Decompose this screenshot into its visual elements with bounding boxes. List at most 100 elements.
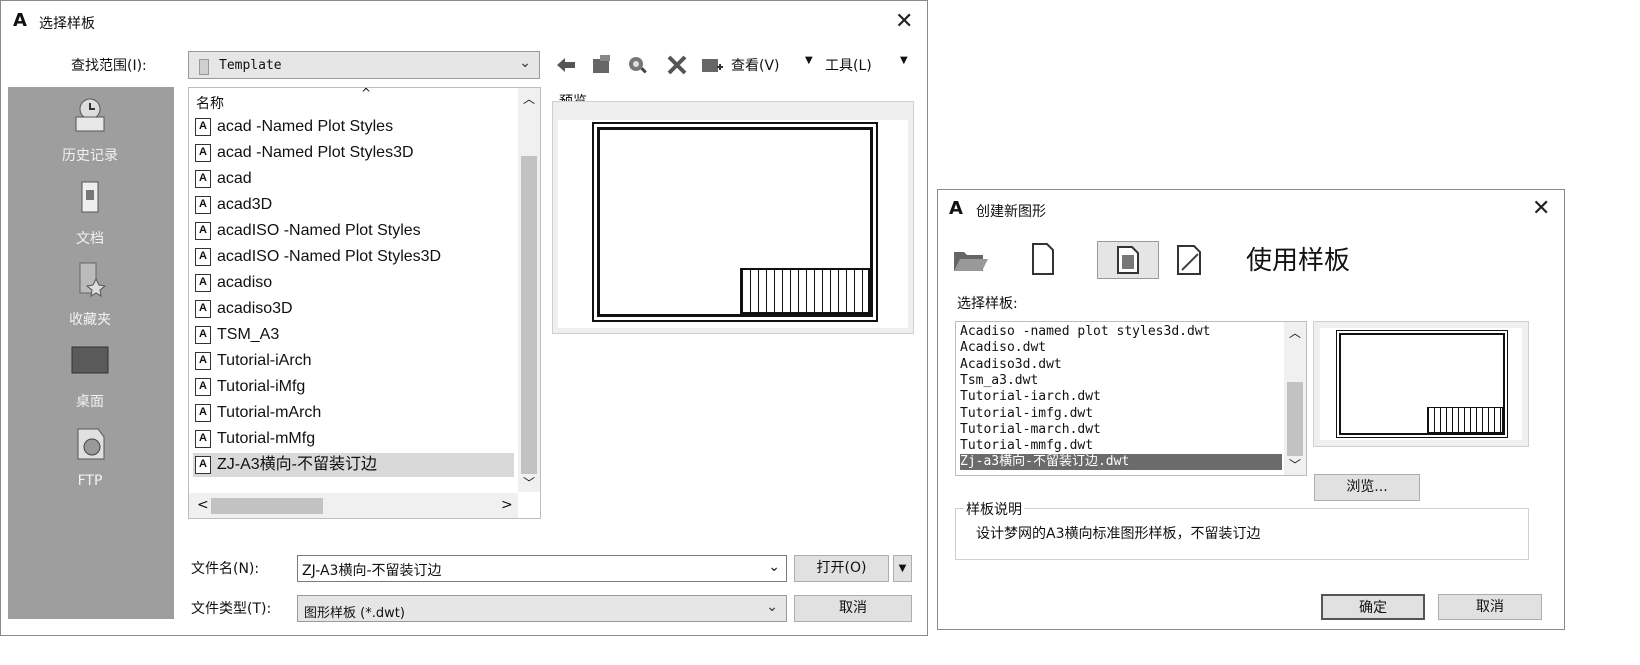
lookin-dropdown[interactable]: Template ⌄ — [188, 51, 540, 79]
scrollbar-thumb[interactable] — [521, 156, 537, 474]
template-list-item[interactable]: Acadiso3d.dwt — [960, 357, 1282, 373]
use-template-tab[interactable] — [1097, 241, 1159, 279]
template-list-item[interactable]: Tutorial-imfg.dwt — [960, 406, 1282, 422]
dwt-file-icon: A — [195, 196, 211, 214]
scroll-down-icon[interactable]: ﹀ — [1289, 456, 1301, 473]
file-list-item[interactable]: Aacad3D — [193, 193, 514, 217]
title-block — [740, 268, 870, 314]
file-list-item[interactable]: A Tutorial-iMfg — [193, 375, 514, 399]
file-name: Tutorial-mMfg — [217, 430, 316, 447]
file-list-item[interactable]: Aacadiso — [193, 271, 514, 295]
template-icon — [1117, 246, 1139, 274]
template-list-item[interactable]: Acadiso.dwt — [960, 340, 1282, 356]
filename-value: ZJ-A3横向-不留装订边 — [302, 563, 442, 579]
place-label: 文档 — [76, 231, 104, 247]
template-list[interactable]: Acadiso -named plot styles3d.dwt Acadiso.… — [955, 321, 1307, 476]
file-name: ZJ-A3横向-不留装订边 — [217, 456, 378, 473]
open-button[interactable]: 打开(O) — [794, 555, 889, 582]
cancel-button[interactable]: 取消 — [794, 595, 912, 622]
file-list-item[interactable]: AacadISO -Named Plot Styles — [193, 219, 514, 243]
close-icon[interactable]: ✕ — [895, 11, 913, 33]
start-from-scratch-icon[interactable] — [1030, 242, 1056, 276]
favorites-icon — [79, 262, 107, 297]
place-documents[interactable]: 文档 — [8, 180, 172, 248]
dialog-title: 创建新图形 — [976, 204, 1046, 220]
dwt-file-icon: A — [195, 300, 211, 318]
file-list-item[interactable]: A Tutorial-mMfg — [193, 427, 514, 451]
file-list-item[interactable]: A ZJ-A3横向-不留装订边 — [193, 453, 514, 477]
vertical-scrollbar[interactable]: ︿ ﹀ — [518, 88, 540, 492]
tools-menu-arrow-icon[interactable]: ▼ — [900, 55, 908, 66]
view-menu-arrow-icon[interactable]: ▼ — [805, 55, 813, 66]
select-template-dialog: A 选择样板 ✕ 查找范围(I): Template ⌄ 查看(V) ▼ 工具(… — [0, 0, 928, 636]
dwt-file-icon: A — [195, 352, 211, 370]
place-ftp[interactable]: FTP — [8, 425, 172, 489]
cancel-button-label: 取消 — [839, 600, 867, 616]
template-list-item[interactable]: Tsm_a3.dwt — [960, 373, 1282, 389]
new-folder-icon[interactable] — [700, 53, 724, 77]
scrollbar-thumb[interactable] — [1287, 382, 1303, 456]
chevron-down-icon[interactable]: ⌄ — [768, 559, 780, 575]
vertical-scrollbar[interactable]: ︿ ﹀ — [1284, 322, 1306, 475]
open-options-button[interactable]: ▼ — [893, 555, 912, 582]
template-list-item[interactable]: Tutorial-march.dwt — [960, 422, 1282, 438]
place-label: 收藏夹 — [69, 312, 111, 328]
file-list[interactable]: 名称 ^ Aacad -Named Plot Styles Aacad -Name… — [188, 87, 541, 519]
horizontal-scrollbar[interactable]: < > — [189, 493, 518, 518]
scroll-up-icon[interactable]: ︿ — [523, 90, 535, 107]
up-folder-icon[interactable] — [590, 53, 614, 77]
template-heading: 使用样板 — [1246, 246, 1351, 276]
filetype-dropdown[interactable]: 图形样板 (*.dwt) ⌄ — [297, 595, 787, 622]
filename-field[interactable]: ZJ-A3横向-不留装订边 ⌄ — [297, 555, 787, 582]
filetype-label: 文件类型(T): — [191, 601, 272, 617]
dwt-file-icon: A — [195, 456, 211, 474]
template-list-item[interactable]: Acadiso -named plot styles3d.dwt — [960, 324, 1282, 340]
template-list-item[interactable]: Zj-a3横向-不留装订边.dwt — [960, 454, 1282, 471]
back-arrow-icon[interactable] — [554, 53, 578, 77]
file-list-item[interactable]: A Tutorial-mArch — [193, 401, 514, 425]
dwt-file-icon: A — [195, 430, 211, 448]
scroll-left-icon[interactable]: < — [197, 497, 209, 513]
file-list-item[interactable]: Aacad — [193, 167, 514, 191]
description-text: 设计梦网的A3横向标准图形样板，不留装订边 — [976, 526, 1261, 542]
cancel-button[interactable]: 取消 — [1438, 594, 1542, 620]
close-icon[interactable]: ✕ — [1532, 198, 1550, 220]
place-history[interactable]: 历史记录 — [8, 97, 172, 165]
file-list-item[interactable]: Aacadiso3D — [193, 297, 514, 321]
template-list-item[interactable]: Tutorial-iarch.dwt — [960, 389, 1282, 405]
place-desktop[interactable]: 桌面 — [8, 343, 172, 411]
browse-button[interactable]: 浏览... — [1314, 474, 1420, 501]
tools-menu[interactable]: 工具(L) — [825, 55, 872, 75]
ok-button-label: 确定 — [1359, 600, 1387, 616]
place-label: 历史记录 — [62, 148, 118, 164]
place-favorites[interactable]: 收藏夹 — [8, 261, 172, 329]
file-list-item[interactable]: A TSM_A3 — [193, 323, 514, 347]
file-list-item[interactable]: Aacad -Named Plot Styles3D — [193, 141, 514, 165]
delete-icon[interactable] — [665, 53, 689, 77]
ok-button[interactable]: 确定 — [1321, 594, 1425, 620]
file-list-item[interactable]: A Tutorial-iArch — [193, 349, 514, 373]
file-list-item[interactable]: AacadISO -Named Plot Styles3D — [193, 245, 514, 269]
file-list-item[interactable]: Aacad -Named Plot Styles — [193, 115, 514, 139]
filetype-value: 图形样板 (*.dwt) — [304, 606, 405, 621]
scroll-right-icon[interactable]: > — [501, 497, 513, 513]
scroll-up-icon[interactable]: ︿ — [1289, 324, 1301, 341]
hscrollbar-thumb[interactable] — [211, 498, 323, 514]
search-web-icon[interactable] — [626, 53, 650, 77]
template-description-group: 样板说明 设计梦网的A3横向标准图形样板，不留装订边 — [955, 499, 1529, 560]
column-header-name[interactable]: 名称 — [196, 93, 224, 113]
description-label: 样板说明 — [964, 499, 1024, 519]
wizard-icon[interactable] — [1174, 244, 1206, 276]
ftp-icon — [77, 428, 105, 460]
file-name: acadiso — [217, 274, 273, 291]
scroll-down-icon[interactable]: ﹀ — [523, 474, 535, 491]
template-list-item[interactable]: Tutorial-mmfg.dwt — [960, 438, 1282, 454]
file-name: acadiso3D — [217, 300, 293, 317]
dwt-file-icon: A — [195, 144, 211, 162]
open-drawing-icon[interactable] — [952, 244, 988, 274]
view-menu[interactable]: 查看(V) — [731, 55, 780, 75]
dwt-file-icon: A — [195, 378, 211, 396]
sort-arrow-icon: ^ — [361, 87, 372, 100]
file-name: Tutorial-iArch — [217, 352, 312, 369]
file-name: acad3D — [217, 196, 273, 213]
